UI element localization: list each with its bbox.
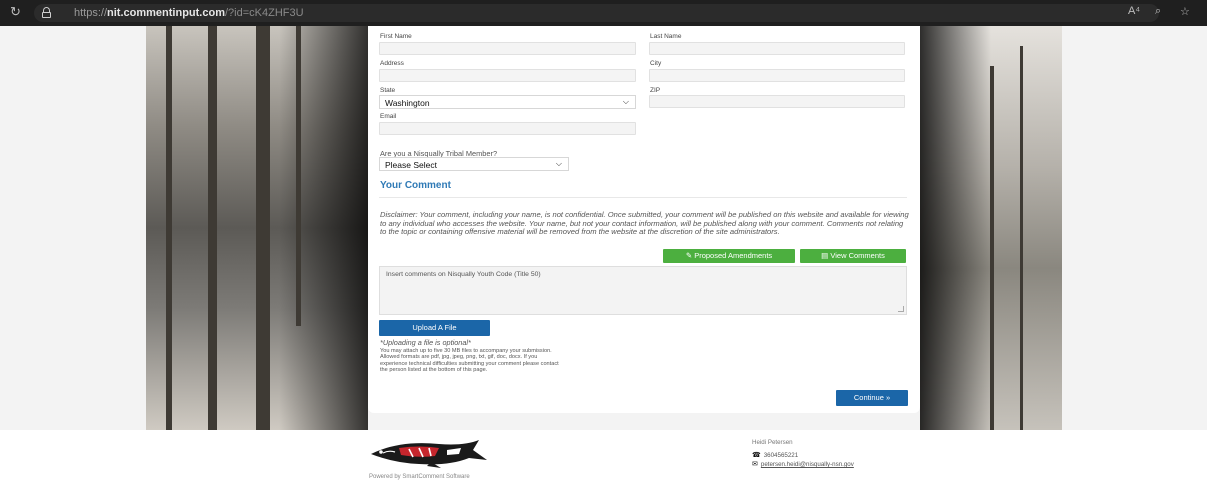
state-select[interactable]: Washington ⌵ — [379, 95, 636, 109]
chevron-down-icon: ⌵ — [555, 159, 562, 168]
email-input[interactable] — [379, 122, 636, 135]
comment-icon: ▤ — [821, 251, 829, 260]
continue-button[interactable]: Continue » — [836, 390, 908, 406]
state-label: State — [380, 87, 396, 94]
contact-phone: 3604565221 — [763, 452, 799, 459]
member-select[interactable]: Please Select ⌵ — [379, 157, 569, 171]
zoom-icon[interactable]: ⌕ — [1155, 5, 1161, 18]
disclaimer-text: Disclaimer: Your comment, including your… — [380, 210, 909, 237]
comment-placeholder: Insert comments on Nisqually Youth Code … — [386, 271, 541, 278]
forest-photo-left — [146, 26, 368, 430]
contact-name: Heidi Petersen — [752, 439, 793, 446]
contact-email-row: ✉ petersen.heidi@nisqually-nsn.gov — [752, 460, 854, 468]
first-name-label: First Name — [380, 33, 412, 40]
upload-optional-note: *Uploading a file is optional* — [380, 338, 471, 347]
upload-file-button[interactable]: Upload A File — [379, 320, 490, 336]
footer: Powered by SmartComment Software Heidi P… — [0, 430, 1207, 482]
member-value: Please Select — [385, 160, 437, 170]
your-comment-heading: Your Comment — [380, 180, 451, 191]
envelope-icon: ✉ — [752, 461, 758, 468]
reload-icon[interactable]: ↻ — [10, 5, 24, 19]
email-label: Email — [380, 113, 397, 120]
comment-form: First Name Last Name Address City State … — [368, 26, 920, 413]
state-value: Washington — [385, 98, 430, 108]
resize-handle-icon[interactable] — [898, 306, 904, 312]
city-label: City — [650, 60, 662, 67]
zip-input[interactable] — [649, 95, 905, 108]
lock-icon — [42, 7, 51, 18]
phone-icon: ☎ — [752, 452, 761, 459]
favorites-icon[interactable]: ☆ — [1180, 5, 1190, 18]
last-name-input[interactable] — [649, 42, 905, 55]
comment-textarea[interactable]: Insert comments on Nisqually Youth Code … — [379, 266, 907, 315]
first-name-input[interactable] — [379, 42, 636, 55]
zip-label: ZIP — [650, 87, 661, 94]
url-text[interactable]: https://nit.commentinput.com/?id=cK4ZHF3… — [74, 7, 304, 19]
contact-email-link[interactable]: petersen.heidi@nisqually-nsn.gov — [761, 461, 854, 468]
view-comments-button[interactable]: ▤ View Comments — [800, 249, 906, 263]
browser-toolbar: ↻ https://nit.commentinput.com/?id=cK4ZH… — [0, 0, 1207, 26]
read-aloud-icon[interactable]: A⁴ — [1128, 5, 1140, 17]
nisqually-salmon-logo — [369, 436, 489, 470]
contact-phone-row: ☎ 3604565221 — [752, 451, 798, 459]
address-label: Address — [380, 60, 404, 67]
chevron-down-icon: ⌵ — [622, 97, 629, 106]
address-input[interactable] — [379, 69, 636, 82]
pencil-icon: ✎ — [685, 251, 693, 260]
forest-photo-right — [920, 26, 1062, 430]
upload-instructions: You may attach up to five 30 MB files to… — [380, 348, 559, 373]
powered-by-text: Powered by SmartComment Software — [369, 474, 470, 480]
city-input[interactable] — [649, 69, 905, 82]
proposed-amendments-button[interactable]: ✎ Proposed Amendments — [663, 249, 795, 263]
address-bar[interactable]: https://nit.commentinput.com/?id=cK4ZHF3… — [34, 4, 1159, 22]
last-name-label: Last Name — [650, 33, 682, 40]
divider — [379, 197, 907, 198]
